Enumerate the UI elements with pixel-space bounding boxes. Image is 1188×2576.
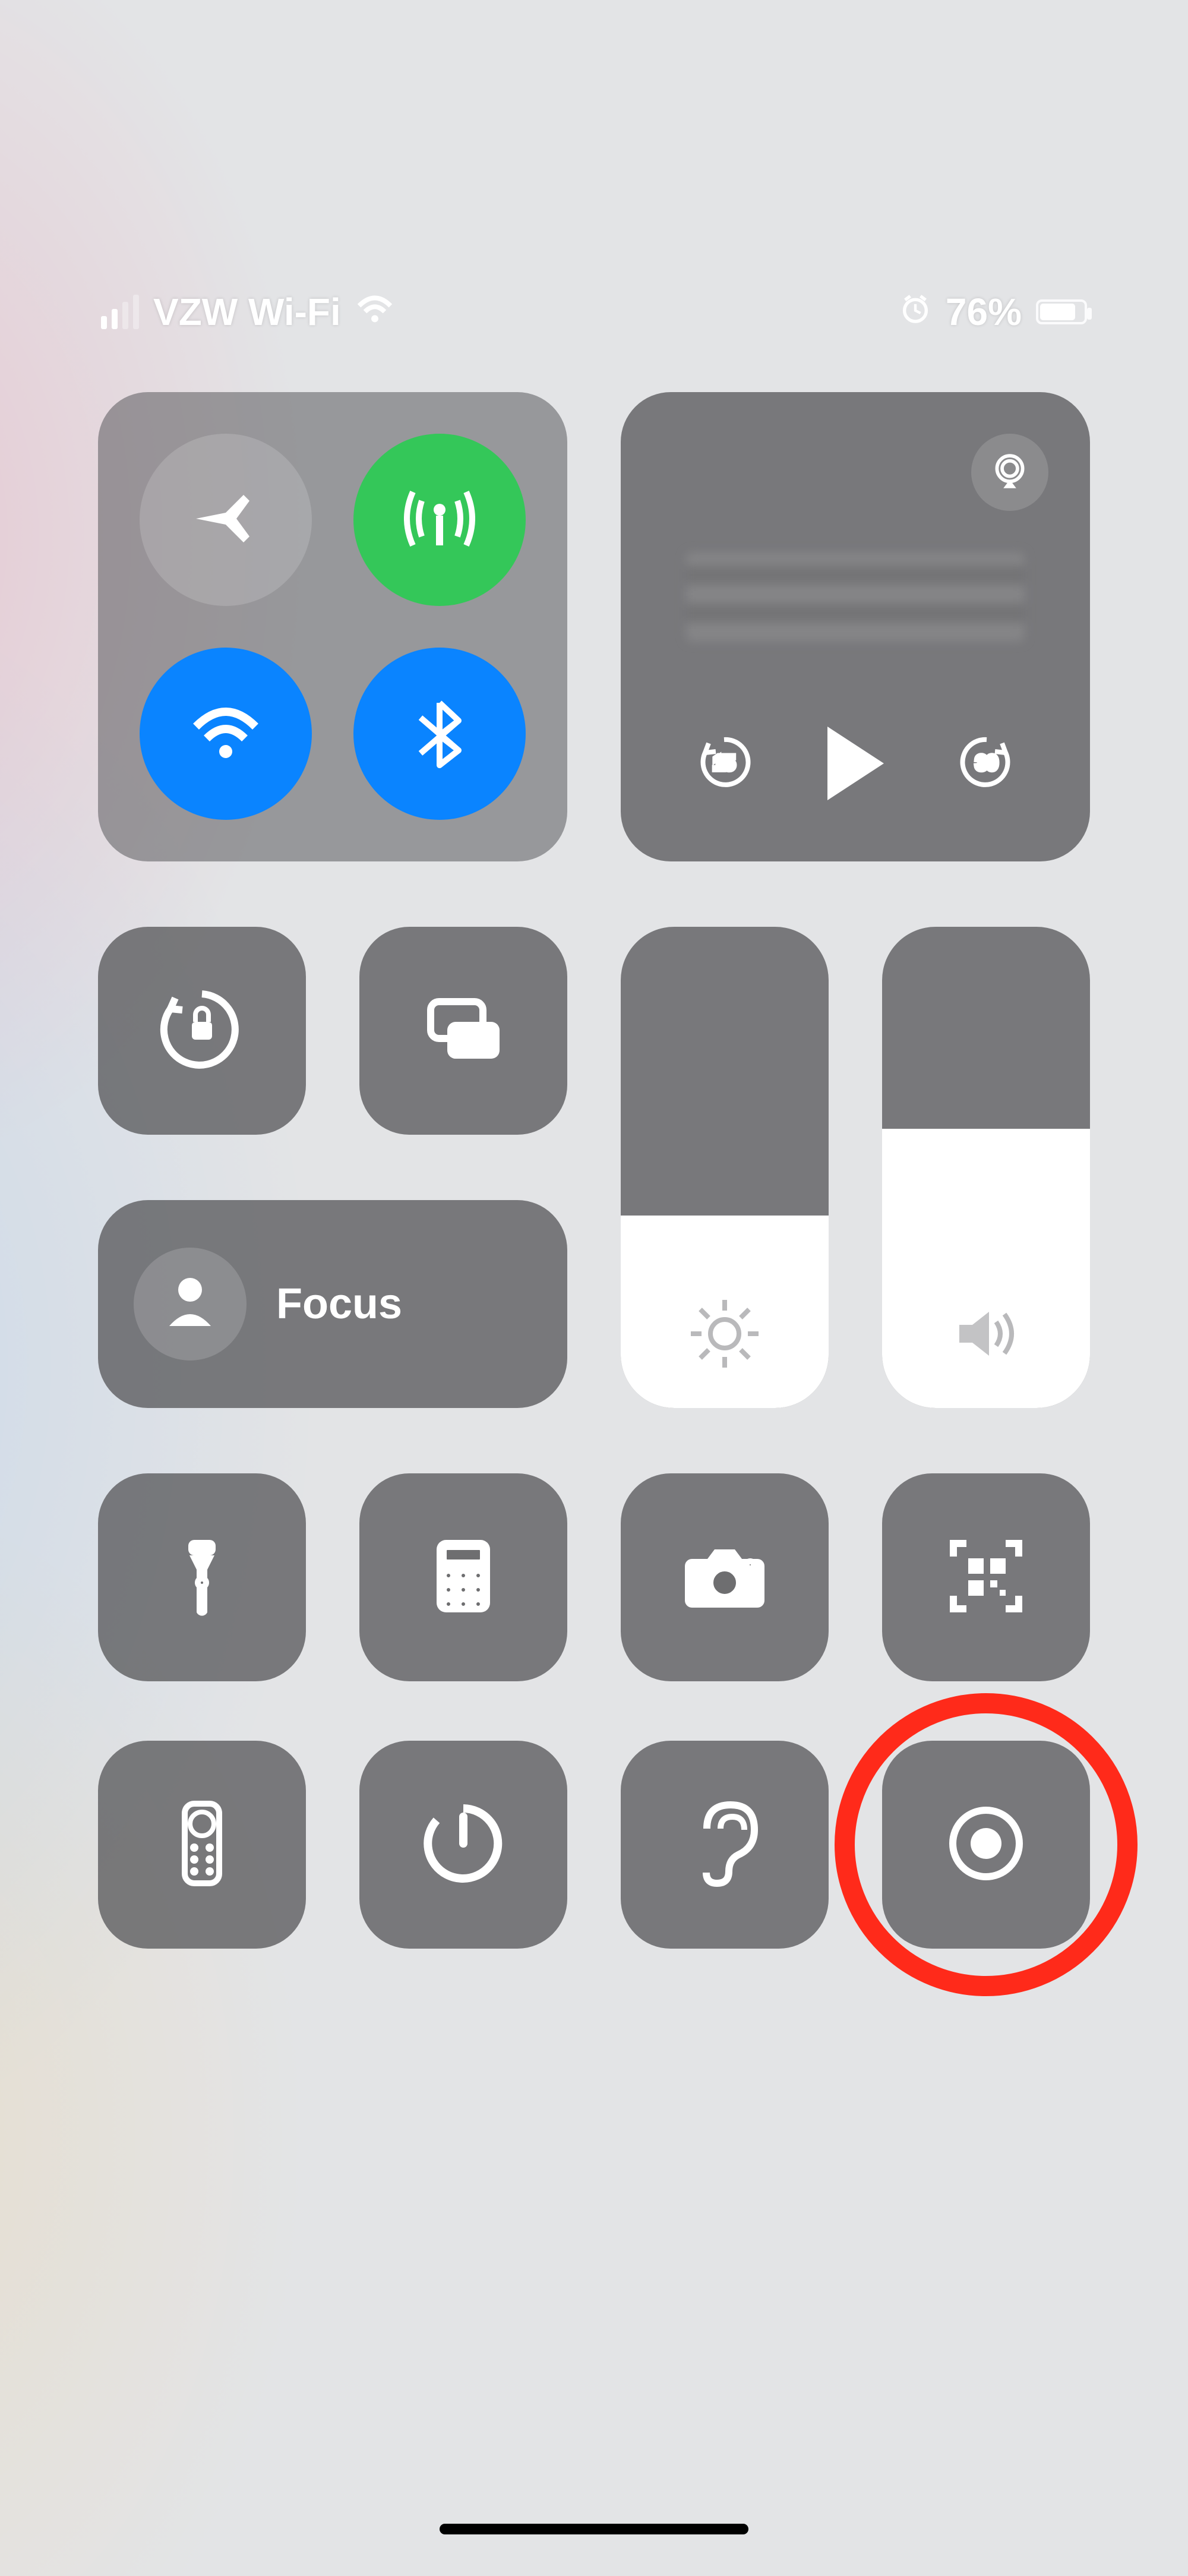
cellular-data-toggle[interactable]	[353, 434, 526, 606]
cellular-signal-icon	[101, 295, 139, 329]
speaker-icon	[882, 1295, 1090, 1372]
wifi-icon	[190, 697, 261, 771]
camera-icon	[674, 1526, 775, 1630]
brightness-slider[interactable]	[621, 927, 829, 1408]
focus-button[interactable]: Focus	[98, 1200, 567, 1408]
screen-record-button[interactable]	[882, 1741, 1090, 1949]
battery-percent-label: 76%	[946, 290, 1022, 334]
airplay-button[interactable]	[971, 434, 1048, 511]
bluetooth-toggle[interactable]	[353, 648, 526, 820]
camera-button[interactable]	[621, 1473, 829, 1681]
hearing-icon	[674, 1793, 775, 1897]
screen-mirroring-icon	[413, 979, 514, 1083]
media-controls-cluster[interactable]: 15 30	[621, 392, 1090, 861]
hearing-button[interactable]	[621, 1741, 829, 1949]
airplay-icon	[988, 450, 1031, 495]
focus-avatar	[134, 1248, 247, 1360]
skip-back-seconds: 15	[713, 752, 735, 774]
screen-mirroring-button[interactable]	[359, 927, 567, 1135]
antenna-icon	[404, 483, 475, 557]
flashlight-icon	[151, 1526, 252, 1630]
timer-icon	[413, 1793, 514, 1897]
skip-forward-seconds: 30	[976, 752, 997, 774]
media-transport: 15 30	[621, 719, 1090, 808]
device-frame: VZW Wi-Fi 76%	[0, 0, 1188, 2576]
play-icon	[827, 727, 884, 800]
rotation-lock-toggle[interactable]	[98, 927, 306, 1135]
carrier-label: VZW Wi-Fi	[153, 290, 341, 334]
airplane-icon	[190, 483, 261, 557]
apple-tv-remote-icon	[151, 1793, 252, 1897]
skip-back-15-button[interactable]: 15	[694, 733, 754, 795]
timer-button[interactable]	[359, 1741, 567, 1949]
battery-icon	[1036, 299, 1087, 324]
flashlight-button[interactable]	[98, 1473, 306, 1681]
play-button[interactable]	[827, 727, 884, 800]
status-right: 76%	[899, 290, 1087, 334]
qr-code-scanner-icon	[936, 1526, 1037, 1630]
status-left: VZW Wi-Fi	[101, 288, 394, 336]
connectivity-cluster[interactable]	[98, 392, 567, 861]
home-indicator[interactable]	[440, 2524, 748, 2534]
sun-icon	[621, 1295, 829, 1372]
wifi-status-icon	[355, 288, 394, 336]
screen-record-icon	[936, 1793, 1037, 1897]
person-icon	[160, 1270, 220, 1339]
alarm-icon	[899, 290, 931, 334]
rotation-lock-icon	[151, 979, 252, 1083]
skip-forward-30-button[interactable]: 30	[957, 733, 1016, 795]
status-bar: VZW Wi-Fi 76%	[0, 270, 1188, 353]
focus-label: Focus	[276, 1280, 402, 1328]
apple-tv-remote-button[interactable]	[98, 1741, 306, 1949]
calculator-button[interactable]	[359, 1473, 567, 1681]
calculator-icon	[413, 1526, 514, 1630]
media-title-redacted	[686, 553, 1025, 642]
airplane-mode-toggle[interactable]	[140, 434, 312, 606]
qr-code-scanner-button[interactable]	[882, 1473, 1090, 1681]
wifi-toggle[interactable]	[140, 648, 312, 820]
volume-slider[interactable]	[882, 927, 1090, 1408]
bluetooth-icon	[404, 697, 475, 771]
